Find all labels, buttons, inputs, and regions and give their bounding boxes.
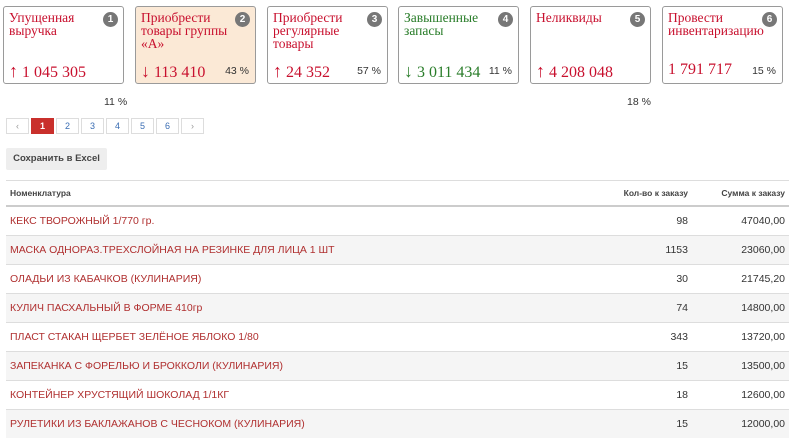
kpi-card-value: ↑4 208 048 bbox=[536, 61, 613, 82]
kpi-card-percent: 11 % bbox=[489, 65, 512, 77]
item-name-link[interactable]: ОЛАДЬИ ИЗ КАБАЧКОВ (КУЛИНАРИЯ) bbox=[6, 265, 574, 294]
kpi-card-badge: 4 bbox=[498, 12, 513, 27]
kpi-card-title: Провести инвентаризацию bbox=[668, 11, 768, 37]
item-qty: 30 bbox=[574, 265, 692, 294]
kpi-card-2[interactable]: Приобрести товары группы «А» 2 ↓113 410 … bbox=[135, 6, 256, 84]
item-sum: 13500,00 bbox=[692, 352, 789, 381]
kpi-card-title: Неликвиды bbox=[536, 11, 636, 24]
table-row: ЗАПЕКАНКА С ФОРЕЛЬЮ И БРОККОЛИ (КУЛИНАРИ… bbox=[6, 352, 789, 381]
table-row: РУЛЕТИКИ ИЗ БАКЛАЖАНОВ С ЧЕСНОКОМ (КУЛИН… bbox=[6, 410, 789, 438]
pagination-page-4[interactable]: 4 bbox=[106, 118, 129, 134]
item-sum: 21745,20 bbox=[692, 265, 789, 294]
item-qty: 98 bbox=[574, 206, 692, 236]
kpi-card-4[interactable]: Завышенные запасы 4 ↓3 011 434 11 % bbox=[398, 6, 519, 84]
table-row: КЕКС ТВОРОЖНЫЙ 1/770 гр. 98 47040,00 bbox=[6, 206, 789, 236]
table-row: МАСКА ОДНОРАЗ.ТРЕХСЛОЙНАЯ НА РЕЗИНКЕ ДЛЯ… bbox=[6, 236, 789, 265]
item-name-link[interactable]: КЕКС ТВОРОЖНЫЙ 1/770 гр. bbox=[6, 206, 574, 236]
arrow-up-icon: ↑ bbox=[273, 61, 282, 81]
item-sum: 12000,00 bbox=[692, 410, 789, 438]
item-name-link[interactable]: ЗАПЕКАНКА С ФОРЕЛЬЮ И БРОККОЛИ (КУЛИНАРИ… bbox=[6, 352, 574, 381]
table-row: КУЛИЧ ПАСХАЛЬНЫЙ В ФОРМЕ 410гр 74 14800,… bbox=[6, 294, 789, 323]
kpi-card-badge: 1 bbox=[103, 12, 118, 27]
item-qty: 18 bbox=[574, 381, 692, 410]
kpi-card-6[interactable]: Провести инвентаризацию 6 1 791 717 15 % bbox=[662, 6, 783, 84]
item-qty: 74 bbox=[574, 294, 692, 323]
item-sum: 47040,00 bbox=[692, 206, 789, 236]
kpi-value-text: 24 352 bbox=[286, 64, 330, 81]
item-qty: 15 bbox=[574, 352, 692, 381]
kpi-card-percent: 43 % bbox=[225, 65, 249, 77]
kpi-cards: Упущенная выручка 1 ↑1 045 305 Приобрест… bbox=[3, 6, 793, 88]
kpi-card-value: ↑1 045 305 bbox=[9, 61, 86, 82]
kpi-card-badge: 2 bbox=[235, 12, 250, 27]
item-qty: 15 bbox=[574, 410, 692, 438]
item-sum: 14800,00 bbox=[692, 294, 789, 323]
kpi-card-value: ↑24 352 bbox=[273, 61, 330, 82]
arrow-down-icon: ↓ bbox=[141, 61, 150, 81]
item-name-link[interactable]: ПЛАСТ СТАКАН ЩЕРБЕТ ЗЕЛЁНОЕ ЯБЛОКО 1/80 bbox=[6, 323, 574, 352]
item-sum: 13720,00 bbox=[692, 323, 789, 352]
column-header-sum[interactable]: Сумма к заказу bbox=[692, 181, 789, 207]
pagination-prev-button[interactable]: ‹ bbox=[6, 118, 29, 134]
kpi-card-1[interactable]: Упущенная выручка 1 ↑1 045 305 bbox=[3, 6, 124, 84]
kpi-card-badge: 3 bbox=[367, 12, 382, 27]
save-to-excel-button[interactable]: Сохранить в Excel bbox=[6, 148, 107, 170]
order-table: Номенклатура Кол-во к заказу Сумма к зак… bbox=[6, 180, 789, 438]
pagination: ‹ 1 2 3 4 5 6 › bbox=[6, 118, 206, 134]
kpi-card-percent: 57 % bbox=[357, 65, 381, 77]
table-row: ПЛАСТ СТАКАН ЩЕРБЕТ ЗЕЛЁНОЕ ЯБЛОКО 1/80 … bbox=[6, 323, 789, 352]
kpi-value-text: 1 791 717 bbox=[668, 61, 732, 78]
kpi-card-badge: 5 bbox=[630, 12, 645, 27]
kpi-card-value: ↓3 011 434 bbox=[404, 61, 480, 82]
kpi-card-badge: 6 bbox=[762, 12, 777, 27]
column-header-qty[interactable]: Кол-во к заказу bbox=[574, 181, 692, 207]
arrow-up-icon: ↑ bbox=[536, 61, 545, 81]
kpi-card-title: Приобрести товары группы «А» bbox=[141, 11, 241, 50]
item-name-link[interactable]: МАСКА ОДНОРАЗ.ТРЕХСЛОЙНАЯ НА РЕЗИНКЕ ДЛЯ… bbox=[6, 236, 574, 265]
kpi-card-1-percent: 11 % bbox=[104, 96, 127, 108]
item-name-link[interactable]: КУЛИЧ ПАСХАЛЬНЫЙ В ФОРМЕ 410гр bbox=[6, 294, 574, 323]
column-header-name[interactable]: Номенклатура bbox=[6, 181, 574, 207]
table-row: ОЛАДЬИ ИЗ КАБАЧКОВ (КУЛИНАРИЯ) 30 21745,… bbox=[6, 265, 789, 294]
pagination-page-1[interactable]: 1 bbox=[31, 118, 54, 134]
kpi-card-title: Приобрести регулярные товары bbox=[273, 11, 373, 50]
kpi-card-title: Упущенная выручка bbox=[9, 11, 109, 37]
kpi-card-3[interactable]: Приобрести регулярные товары 3 ↑24 352 5… bbox=[267, 6, 388, 84]
kpi-value-text: 3 011 434 bbox=[417, 64, 480, 81]
pagination-page-6[interactable]: 6 bbox=[156, 118, 179, 134]
pagination-page-5[interactable]: 5 bbox=[131, 118, 154, 134]
arrow-down-icon: ↓ bbox=[404, 61, 413, 81]
item-name-link[interactable]: КОНТЕЙНЕР ХРУСТЯЩИЙ ШОКОЛАД 1/1КГ bbox=[6, 381, 574, 410]
kpi-card-value: 1 791 717 bbox=[668, 61, 732, 79]
item-sum: 23060,00 bbox=[692, 236, 789, 265]
table-header-row: Номенклатура Кол-во к заказу Сумма к зак… bbox=[6, 181, 789, 207]
kpi-value-text: 1 045 305 bbox=[22, 64, 86, 81]
kpi-card-value: ↓113 410 bbox=[141, 61, 205, 82]
table-row: КОНТЕЙНЕР ХРУСТЯЩИЙ ШОКОЛАД 1/1КГ 18 126… bbox=[6, 381, 789, 410]
pagination-page-2[interactable]: 2 bbox=[56, 118, 79, 134]
kpi-card-5-percent: 18 % bbox=[627, 96, 651, 108]
kpi-card-title: Завышенные запасы bbox=[404, 11, 504, 37]
kpi-card-percent: 15 % bbox=[752, 65, 776, 77]
item-qty: 1153 bbox=[574, 236, 692, 265]
item-qty: 343 bbox=[574, 323, 692, 352]
pagination-page-3[interactable]: 3 bbox=[81, 118, 104, 134]
kpi-card-5[interactable]: Неликвиды 5 ↑4 208 048 bbox=[530, 6, 651, 84]
item-sum: 12600,00 bbox=[692, 381, 789, 410]
pagination-next-button[interactable]: › bbox=[181, 118, 204, 134]
arrow-up-icon: ↑ bbox=[9, 61, 18, 81]
kpi-value-text: 113 410 bbox=[154, 64, 205, 81]
item-name-link[interactable]: РУЛЕТИКИ ИЗ БАКЛАЖАНОВ С ЧЕСНОКОМ (КУЛИН… bbox=[6, 410, 574, 438]
kpi-value-text: 4 208 048 bbox=[549, 64, 613, 81]
